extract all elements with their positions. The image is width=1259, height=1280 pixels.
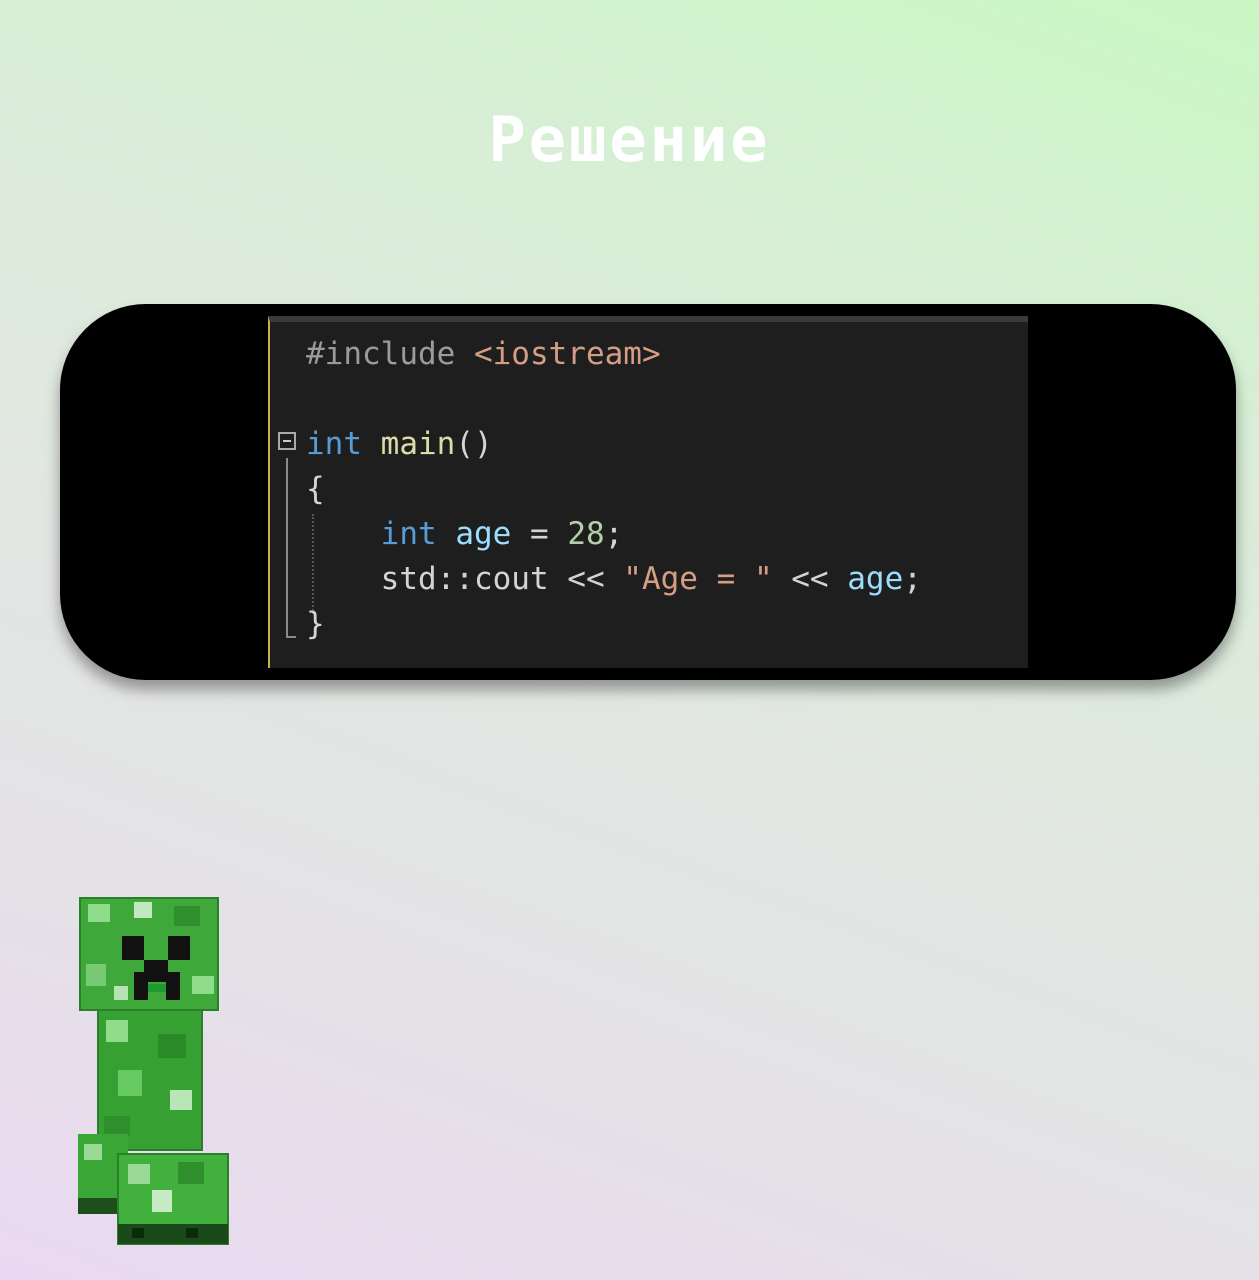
code-line-age-decl: int age = 28; [380,516,624,552]
creeper-illustration [78,897,229,1245]
code-line-main: int main() [306,426,493,462]
code-block: #include <iostream> int main() { int age =… [306,332,922,647]
code-line-cout: std::cout << "Age = " << age; [380,561,922,597]
collapse-icon[interactable] [278,432,296,450]
code-line-open-brace: { [306,471,325,507]
fold-guide [286,458,288,636]
code-line-include: #include <iostream> [306,336,661,372]
fold-guide-end [286,636,296,638]
code-line-close-brace: } [306,606,325,642]
code-editor: #include <iostream> int main() { int age =… [268,316,1028,668]
slide-title: Решение [488,103,771,176]
